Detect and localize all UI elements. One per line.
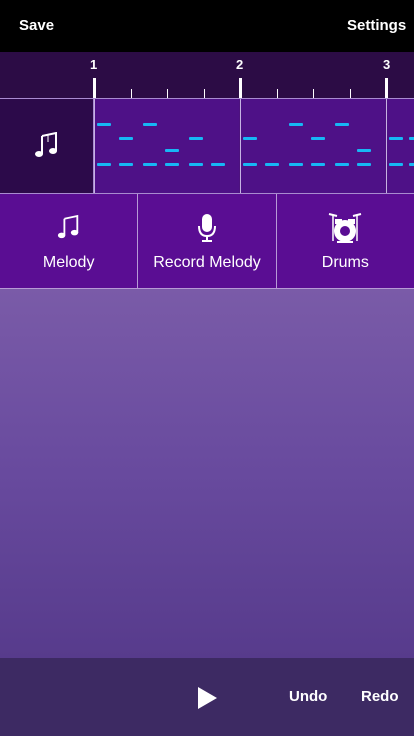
measure-number-3: 3: [383, 57, 391, 72]
instrument-picker: Melody Record Melody Drums: [0, 194, 414, 289]
music-notes-icon: [57, 214, 78, 239]
measure-marker: [385, 78, 388, 98]
melody-note[interactable]: [189, 137, 203, 140]
melody-note[interactable]: [311, 137, 325, 140]
bass-note[interactable]: [143, 163, 157, 166]
microphone-icon: [197, 214, 216, 242]
drums-label: Drums: [321, 254, 369, 271]
track-measure-3[interactable]: [386, 99, 414, 193]
settings-button[interactable]: Settings: [347, 17, 406, 34]
bass-note[interactable]: [357, 163, 371, 166]
measure-number-2: 2: [236, 57, 244, 72]
ruler-tick: [131, 89, 132, 98]
measure-marker: [239, 78, 242, 98]
workspace-area: [0, 289, 414, 658]
drums-button[interactable]: Drums: [277, 194, 414, 288]
bass-note[interactable]: [335, 163, 349, 166]
ruler-tick: [204, 89, 205, 98]
save-button[interactable]: Save: [19, 17, 54, 34]
drum-kit-icon: [329, 213, 362, 243]
track-measure-2[interactable]: [240, 99, 385, 193]
ruler-tick: [350, 89, 351, 98]
melody-track-row[interactable]: [0, 98, 414, 194]
top-bar: Save Settings: [0, 0, 414, 52]
measure-number-1: 1: [90, 57, 98, 72]
play-icon[interactable]: [196, 686, 218, 710]
bass-note[interactable]: [211, 163, 225, 166]
music-notes-icon: [34, 132, 57, 157]
record-melody-button[interactable]: Record Melody: [138, 194, 277, 288]
bass-note[interactable]: [97, 163, 111, 166]
melody-note[interactable]: [357, 149, 371, 152]
bass-note[interactable]: [165, 163, 179, 166]
bass-note[interactable]: [289, 163, 303, 166]
bass-note[interactable]: [119, 163, 133, 166]
timeline-ruler[interactable]: 1 2 3: [0, 52, 414, 98]
bass-note[interactable]: [311, 163, 325, 166]
melody-note[interactable]: [97, 123, 111, 126]
measure-marker: [93, 78, 96, 98]
record-melody-label: Record Melody: [153, 254, 261, 271]
melody-note[interactable]: [409, 137, 414, 140]
melody-note[interactable]: [389, 137, 403, 140]
ruler-tick: [313, 89, 314, 98]
ruler-tick: [277, 89, 278, 98]
bass-note[interactable]: [409, 163, 414, 166]
bass-note[interactable]: [389, 163, 403, 166]
undo-button[interactable]: Undo: [289, 688, 327, 705]
bass-note[interactable]: [189, 163, 203, 166]
track-measure-1[interactable]: [94, 99, 239, 193]
melody-note[interactable]: [143, 123, 157, 126]
melody-note[interactable]: [243, 137, 257, 140]
bass-note[interactable]: [265, 163, 279, 166]
melody-note[interactable]: [119, 137, 133, 140]
melody-label: Melody: [42, 254, 95, 271]
redo-button[interactable]: Redo: [361, 688, 399, 705]
melody-note[interactable]: [335, 123, 349, 126]
melody-note[interactable]: [165, 149, 179, 152]
bass-note[interactable]: [243, 163, 257, 166]
track-instrument-button[interactable]: [0, 99, 94, 193]
ruler-tick: [167, 89, 168, 98]
melody-button[interactable]: Melody: [0, 194, 139, 288]
melody-note[interactable]: [289, 123, 303, 126]
